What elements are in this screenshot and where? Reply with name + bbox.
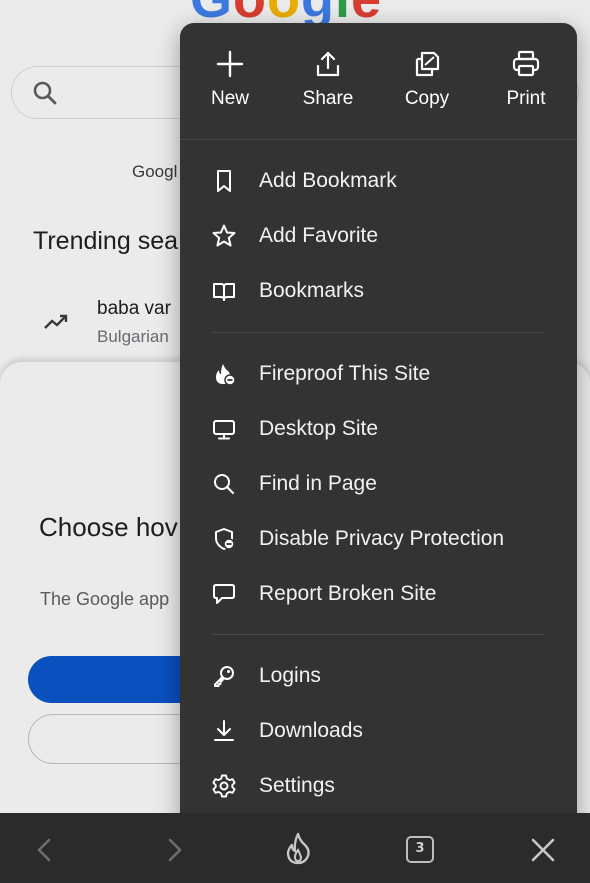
bookmark-icon: [217, 170, 231, 192]
tab-switcher-button[interactable]: 3: [406, 836, 434, 863]
print-button[interactable]: Print: [476, 49, 576, 110]
menu-item-settings[interactable]: Settings: [180, 761, 577, 811]
copy-button[interactable]: Copy: [377, 49, 477, 110]
fire-button[interactable]: [283, 832, 315, 865]
menu-item-label: Add Bookmark: [259, 169, 397, 192]
speech-bubble-icon: [213, 584, 235, 604]
share-button[interactable]: Share: [278, 49, 378, 110]
menu-top-actions: New Share Copy Print: [180, 23, 577, 139]
print-label: Print: [506, 88, 546, 109]
gear-icon: [212, 774, 236, 798]
download-icon: [214, 720, 234, 741]
forward-button[interactable]: [158, 834, 190, 866]
menu-item-label: Downloads: [259, 719, 363, 742]
star-icon: [212, 224, 236, 247]
plus-icon: [216, 50, 244, 78]
desktop-icon: [213, 420, 235, 440]
fireproof-icon: [216, 364, 236, 386]
menu-item-label: Settings: [259, 774, 335, 797]
new-label: New: [210, 88, 249, 109]
menu-divider: [213, 634, 544, 635]
browser-menu: New Share Copy Print Add Bookmark Add Fa…: [180, 23, 577, 828]
menu-item-desktop-site[interactable]: Desktop Site: [180, 404, 577, 454]
key-icon: [214, 666, 234, 687]
menu-item-label: Logins: [259, 664, 321, 687]
menu-item-disable-privacy-protection[interactable]: Disable Privacy Protection: [180, 514, 577, 564]
menu-item-downloads[interactable]: Downloads: [180, 706, 577, 756]
close-icon[interactable]: [527, 834, 559, 866]
menu-item-label: Report Broken Site: [259, 582, 437, 605]
menu-divider: [213, 332, 544, 333]
search-icon: [214, 474, 235, 495]
menu-item-fireproof[interactable]: Fireproof This Site: [180, 349, 577, 399]
menu-item-logins[interactable]: Logins: [180, 651, 577, 701]
menu-item-label: Bookmarks: [259, 279, 365, 302]
menu-item-add-favorite[interactable]: Add Favorite: [180, 211, 577, 261]
book-icon: [213, 283, 235, 301]
menu-item-label: Fireproof This Site: [259, 362, 431, 385]
back-button[interactable]: [30, 834, 62, 866]
menu-item-label: Add Favorite: [259, 224, 379, 247]
copy-icon: [415, 51, 440, 77]
menu-item-label: Disable Privacy Protection: [259, 527, 505, 550]
menu-item-find-in-page[interactable]: Find in Page: [180, 459, 577, 509]
menu-item-add-bookmark[interactable]: Add Bookmark: [180, 156, 577, 206]
shield-icon: [215, 528, 235, 550]
menu-divider: [180, 139, 577, 140]
menu-item-bookmarks[interactable]: Bookmarks: [180, 266, 577, 316]
new-tab-button[interactable]: New: [180, 49, 280, 110]
menu-item-label: Find in Page: [259, 472, 377, 495]
print-icon: [512, 50, 540, 77]
menu-item-label: Desktop Site: [259, 417, 379, 440]
menu-item-report-broken-site[interactable]: Report Broken Site: [180, 569, 577, 619]
share-icon: [316, 51, 340, 77]
share-label: Share: [302, 88, 354, 109]
copy-label: Copy: [404, 88, 450, 109]
